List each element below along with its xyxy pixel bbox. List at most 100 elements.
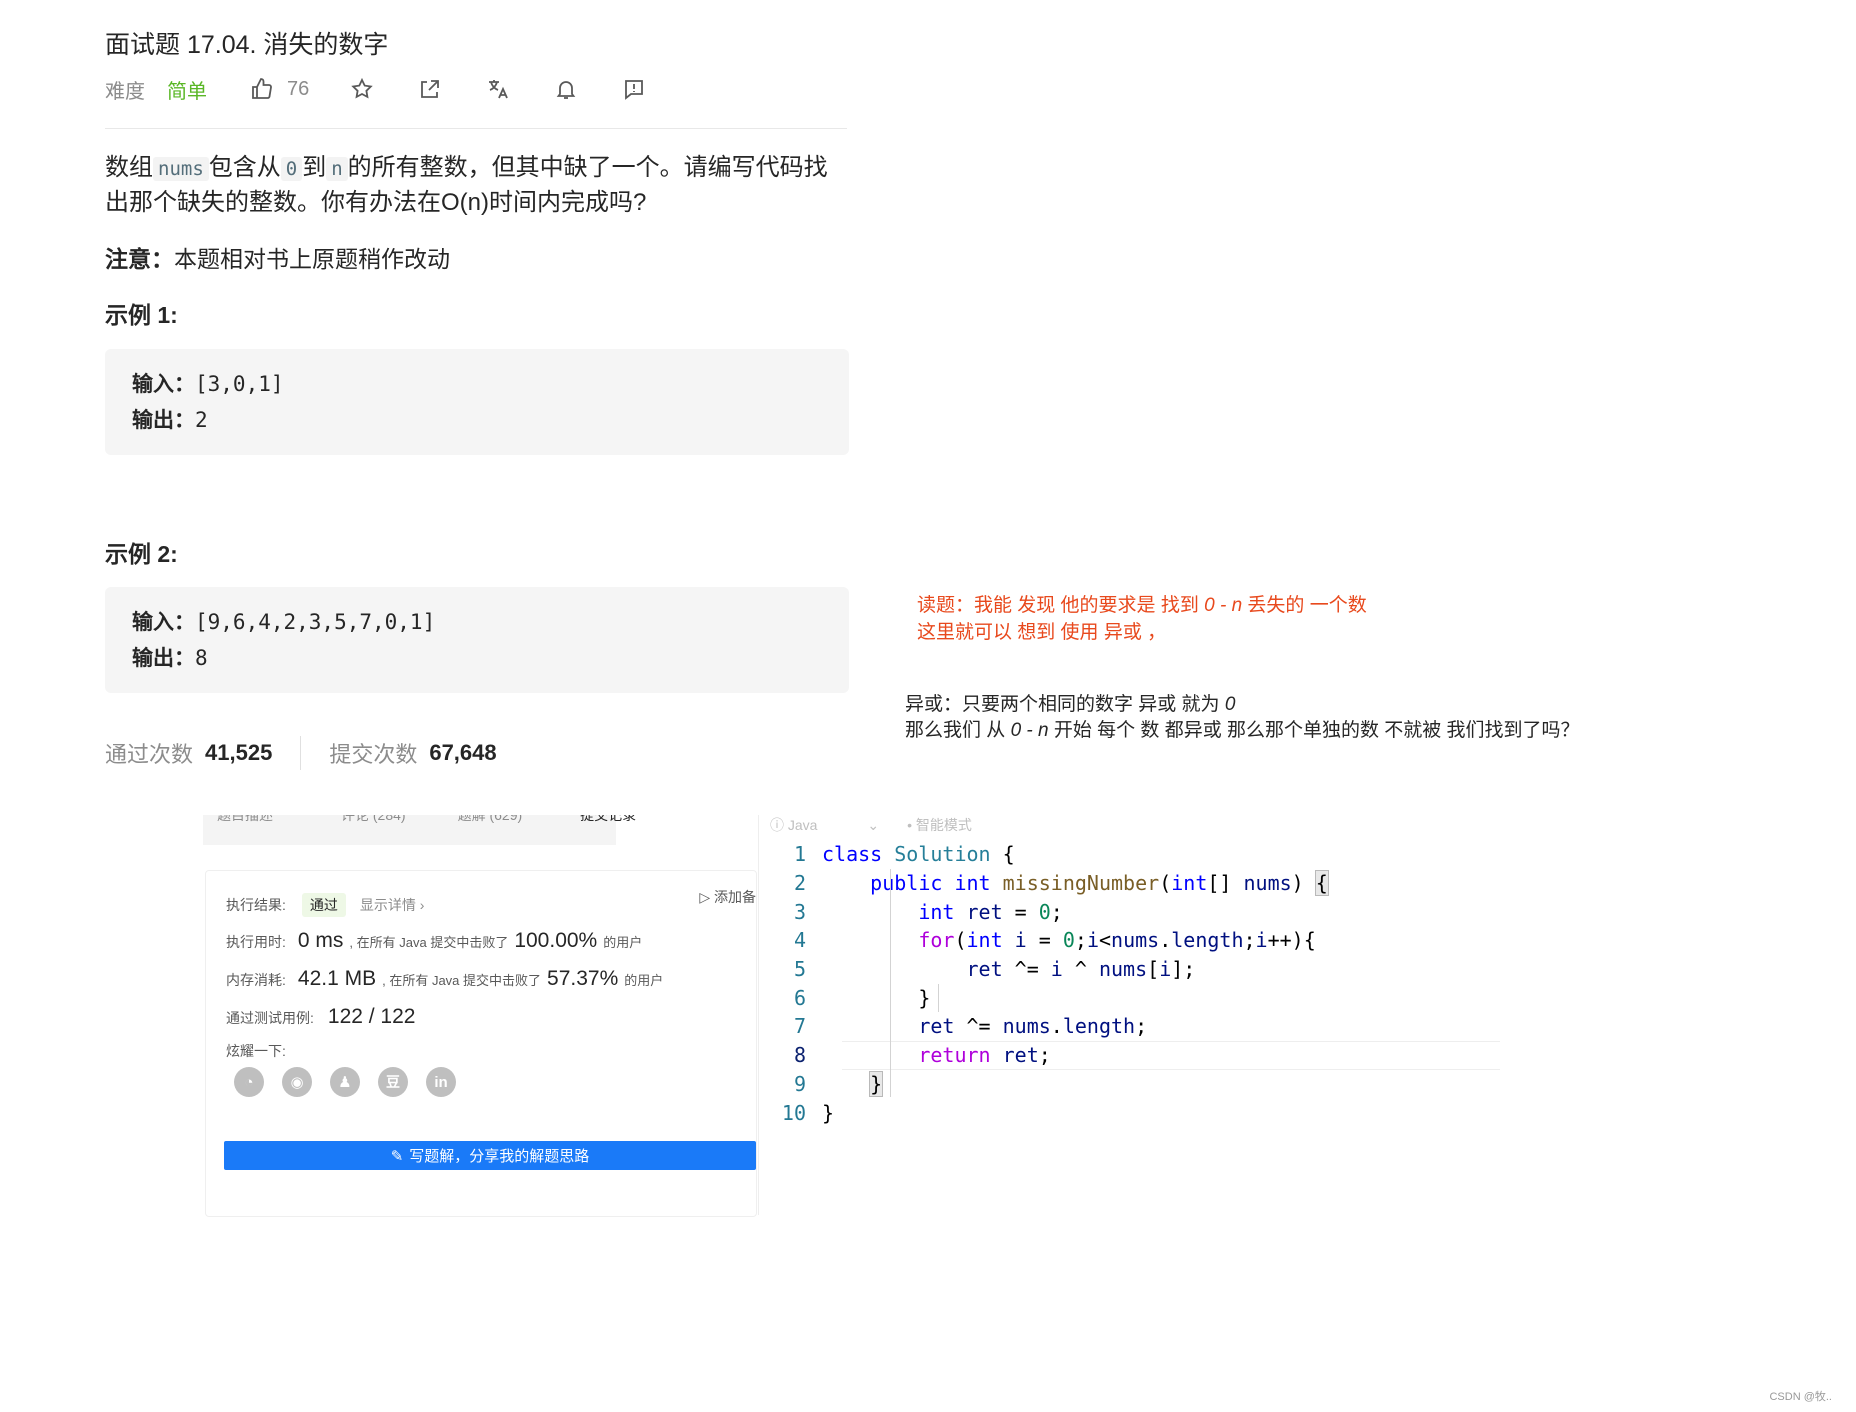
runtime-row: 执行用时: 0 ms , 在所有 Java 提交中击败了 100.00% 的用户: [226, 929, 642, 953]
anno-math: 0 - n: [1010, 720, 1049, 741]
mode-value: 智能模式: [915, 817, 972, 833]
tab-submissions[interactable]: 提交记录: [566, 815, 650, 845]
example2-input: [9,6,4,2,3,5,7,0,1]: [195, 610, 436, 634]
tab-description[interactable]: 题目描述: [203, 815, 287, 845]
anno-math: 0 - n: [1204, 595, 1243, 616]
current-line-highlight: [842, 1040, 1500, 1070]
share-label: 炫耀一下:: [226, 1043, 286, 1059]
output-label: 输出：: [132, 409, 195, 432]
weibo-icon[interactable]: ◉: [282, 1067, 312, 1097]
desc-text: 包含从: [208, 154, 281, 181]
chevron-down-icon: ⌄: [867, 817, 880, 833]
linkedin-icon[interactable]: in: [426, 1067, 456, 1097]
submission-result-card: 执行结果: 通过 显示详情 › ▷ 添加备 执行用时: 0 ms , 在所有 J…: [205, 870, 757, 1217]
example1-title: 示例 1:: [105, 302, 178, 328]
line-number: 4: [793, 928, 806, 953]
input-label: 输入：: [132, 373, 195, 396]
dot-icon: •: [907, 817, 912, 833]
wechat-icon[interactable]: ◔: [234, 1067, 264, 1097]
difficulty-label: 难度: [105, 80, 145, 103]
share-icon[interactable]: [415, 74, 445, 104]
annotation-red: 读题：我能 发现 他的要求是 找到 0 - n 丢失的 一个数 这里就可以 想到…: [917, 592, 1367, 646]
submissions-label: 提交次数: [329, 742, 418, 767]
translate-icon[interactable]: [483, 74, 513, 104]
example1-box: 输入：[3,0,1] 输出：2: [105, 349, 849, 455]
code-text: ret ^= i ^ nums[i];: [966, 957, 1196, 982]
example1-output: 2: [195, 408, 208, 432]
code-text: int ret = 0;: [918, 899, 1063, 924]
runtime-tail: 的用户: [603, 935, 643, 950]
code-text: }: [822, 1100, 835, 1125]
accepted-label: 通过次数: [105, 742, 194, 767]
likes-count: 76: [287, 77, 310, 100]
example2-title: 示例 2:: [105, 541, 178, 567]
example1-input-line: 输入：[3,0,1]: [132, 366, 284, 403]
show-details-link[interactable]: 显示详情 ›: [360, 895, 425, 915]
code-line: 4 for(int i = 0;i<nums.length;i++){: [770, 926, 1500, 955]
tests-value: 122 / 122: [327, 1005, 416, 1028]
code-text: class Solution {: [822, 842, 1015, 867]
stats-separator: [300, 736, 302, 770]
problem-title: 面试题 17.04. 消失的数字: [105, 31, 389, 59]
add-note-button[interactable]: ▷ 添加备: [699, 887, 756, 907]
output-label: 输出：: [132, 647, 195, 670]
bell-icon[interactable]: [551, 74, 581, 104]
star-icon[interactable]: [347, 74, 377, 104]
result-row: 执行结果: 通过 显示详情 ›: [226, 893, 424, 917]
mode-select[interactable]: • 智能模式: [907, 815, 972, 835]
anno-text: 读题：我能 发现 他的要求是 找到: [917, 595, 1205, 616]
problem-note: 注意：本题相对书上原题稍作改动: [105, 240, 450, 274]
inline-code-zero: 0: [280, 157, 303, 181]
annotation-black-line2: 那么我们 从 0 - n 开始 每个 数 都异或 那么那个单独的数 不就被 我们…: [905, 718, 1580, 744]
line-number: 7: [793, 1014, 806, 1039]
line-number: 9: [793, 1071, 806, 1096]
desc-text: 到: [302, 154, 327, 181]
tests-row: 通过测试用例: 122 / 122: [226, 1005, 421, 1029]
line-number: 5: [793, 957, 806, 982]
thumbs-up-icon[interactable]: [247, 74, 277, 104]
code-editor[interactable]: 1 class Solution { 2 public int missingN…: [770, 840, 1500, 1127]
code-text: }: [869, 1070, 884, 1097]
inline-code-n: n: [326, 157, 348, 181]
anno-text: 那么我们 从: [905, 720, 1011, 741]
code-line: 2 public int missingNumber(int[] nums) {: [770, 869, 1500, 898]
divider: [105, 128, 847, 129]
add-note-label: 添加备: [714, 889, 756, 905]
problem-stats: 通过次数 41,525 提交次数 67,648: [105, 735, 497, 771]
annotation-red-line2: 这里就可以 想到 使用 异或 ，: [917, 622, 1167, 643]
watermark: CSDN @牧..: [1769, 1391, 1832, 1403]
memory-value: 42.1 MB: [297, 967, 377, 990]
code-text: public int missingNumber(int[] nums) {: [870, 870, 1329, 897]
runtime-label: 执行用时:: [226, 934, 286, 950]
douban-icon[interactable]: 豆: [378, 1067, 408, 1097]
qq-icon[interactable]: ♟: [330, 1067, 360, 1097]
code-line: 10 }: [770, 1098, 1500, 1127]
write-solution-button[interactable]: ✎ 写题解，分享我的解题思路: [224, 1141, 756, 1170]
anno-text: 异或：只要两个相同的数字 异或 就为: [905, 694, 1225, 715]
memory-row: 内存消耗: 42.1 MB , 在所有 Java 提交中击败了 57.37% 的…: [226, 967, 663, 991]
runtime-percent: 100.00%: [514, 929, 598, 952]
share-row: 炫耀一下:: [226, 1041, 286, 1061]
anno-text: 丢失的 一个数: [1242, 595, 1367, 616]
anno-text: 开始 每个 数 都异或 那么那个单独的数 不就被 我们找到了吗？: [1048, 720, 1580, 741]
code-text: for(int i = 0;i<nums.length;i++){: [918, 928, 1316, 953]
code-line: 9 }: [770, 1070, 1500, 1099]
annotation-red-line1: 读题：我能 发现 他的要求是 找到 0 - n 丢失的 一个数: [917, 592, 1367, 619]
tab-solutions[interactable]: 题解 (629): [444, 815, 537, 845]
runtime-value: 0 ms: [297, 929, 344, 952]
panel-divider[interactable]: [758, 815, 759, 1215]
code-line: 6 }: [770, 983, 1500, 1012]
problem-meta-row: 难度 简单 76: [105, 74, 687, 104]
code-text: }: [822, 985, 931, 1010]
submission-tabs: 题目描述 评论 (284) 题解 (629) 提交记录: [203, 815, 763, 845]
anno-math: 0: [1224, 694, 1236, 715]
problem-description: 数组 nums 包含从 0 到 n 的所有整数，但其中缺了一个。请编写代码找出那个缺失的整数…: [105, 151, 850, 220]
inline-code-nums: nums: [153, 157, 209, 181]
pencil-icon: ✎: [390, 1147, 404, 1165]
accepted-value: 41,525: [205, 740, 273, 765]
runtime-mid: , 在所有 Java 提交中击败了: [349, 935, 509, 950]
tests-label: 通过测试用例:: [226, 1010, 314, 1026]
tab-comments[interactable]: 评论 (284): [327, 815, 420, 845]
feedback-icon[interactable]: [619, 74, 649, 104]
language-select[interactable]: ⓘ Java ⌄: [770, 815, 879, 835]
